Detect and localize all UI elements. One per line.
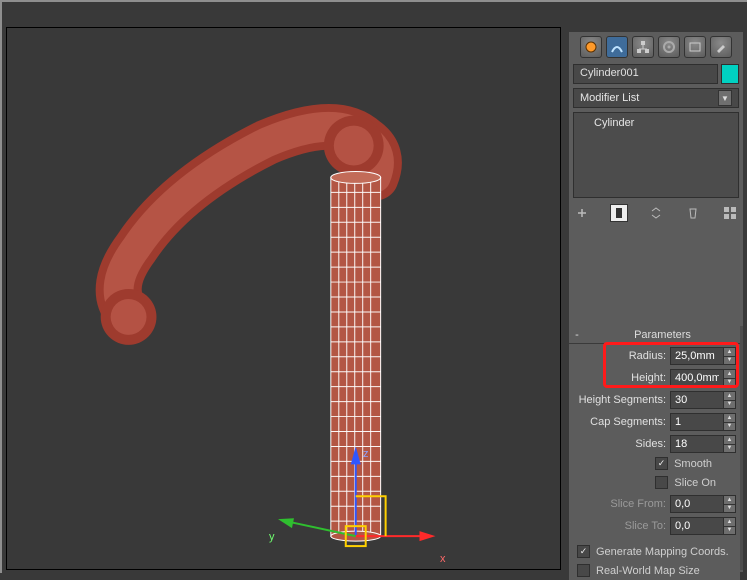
slice-to-spinner[interactable]: ▲▼ [724, 517, 736, 535]
slice-on-checkbox[interactable] [655, 476, 668, 489]
chevron-down-icon: ▼ [718, 90, 732, 106]
rollout-collapse-icon: - [569, 329, 585, 341]
configure-sets-icon[interactable] [721, 204, 739, 222]
radius-label: Radius: [629, 350, 670, 362]
slice-from-input[interactable] [670, 495, 724, 513]
viewport[interactable]: x y z [6, 27, 561, 570]
viewport-scene [7, 28, 560, 569]
radius-spinner[interactable]: ▲▼ [724, 347, 736, 365]
parameters-rollout: - Parameters Radius: ▲▼ Height: ▲▼ Heigh… [569, 326, 740, 580]
motion-tab-icon[interactable] [658, 36, 680, 58]
panel-scrollbar[interactable] [740, 326, 743, 570]
slice-from-spinner[interactable]: ▲▼ [724, 495, 736, 513]
create-tab-icon[interactable] [580, 36, 602, 58]
stack-item-cylinder[interactable]: Cylinder [580, 117, 732, 129]
show-end-result-icon[interactable] [610, 204, 628, 222]
make-unique-icon[interactable] [647, 204, 665, 222]
command-panel-tabs [569, 32, 743, 64]
pin-stack-icon[interactable] [573, 204, 591, 222]
smooth-label: Smooth [674, 458, 712, 470]
object-color-swatch[interactable] [721, 64, 739, 84]
axis-x-label: x [440, 553, 446, 565]
smooth-checkbox[interactable]: ✓ [655, 457, 668, 470]
axis-z-label: z [363, 448, 369, 460]
radius-input[interactable] [670, 347, 724, 365]
rollout-title: Parameters [585, 329, 740, 341]
sides-spinner[interactable]: ▲▼ [724, 435, 736, 453]
generate-mapping-checkbox[interactable]: ✓ [577, 545, 590, 558]
height-segments-label: Height Segments: [579, 394, 670, 406]
height-segments-spinner[interactable]: ▲▼ [724, 391, 736, 409]
sides-input[interactable] [670, 435, 724, 453]
modifier-list-dropdown[interactable]: Modifier List ▼ [573, 88, 739, 108]
height-label: Height: [631, 372, 670, 384]
slice-from-label: Slice From: [610, 498, 670, 510]
object-name-text: Cylinder001 [580, 67, 639, 79]
modify-tab-icon[interactable] [606, 36, 628, 58]
generate-mapping-label: Generate Mapping Coords. [596, 546, 729, 558]
remove-modifier-icon[interactable] [684, 204, 702, 222]
height-input[interactable] [670, 369, 724, 387]
utilities-tab-icon[interactable] [710, 36, 732, 58]
sides-label: Sides: [635, 438, 670, 450]
slice-to-label: Slice To: [625, 520, 670, 532]
hierarchy-tab-icon[interactable] [632, 36, 654, 58]
rollout-header[interactable]: - Parameters [569, 326, 740, 344]
cap-segments-input[interactable] [670, 413, 724, 431]
modifier-stack[interactable]: Cylinder [573, 112, 739, 198]
slice-to-input[interactable] [670, 517, 724, 535]
object-name-field[interactable]: Cylinder001 [573, 64, 718, 84]
height-segments-input[interactable] [670, 391, 724, 409]
axis-y-label: y [269, 531, 275, 543]
slice-on-label: Slice On [674, 477, 716, 489]
real-world-checkbox[interactable] [577, 564, 590, 577]
modifier-list-label: Modifier List [580, 92, 639, 104]
cap-segments-label: Cap Segments: [590, 416, 670, 428]
command-panel: Cylinder001 Modifier List ▼ Cylinder - P… [569, 32, 743, 572]
real-world-label: Real-World Map Size [596, 565, 700, 577]
display-tab-icon[interactable] [684, 36, 706, 58]
height-spinner[interactable]: ▲▼ [724, 369, 736, 387]
stack-tools [573, 202, 739, 224]
cap-segments-spinner[interactable]: ▲▼ [724, 413, 736, 431]
